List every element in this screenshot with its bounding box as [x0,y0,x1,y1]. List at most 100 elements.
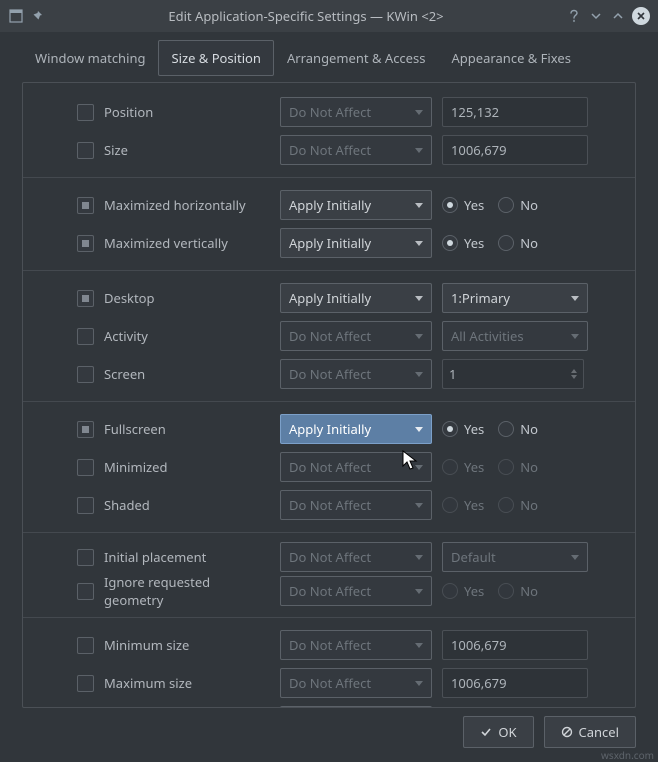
enable-screen-checkbox[interactable] [77,366,94,383]
chevron-down-icon [415,589,423,594]
maxv-yes-radio[interactable]: Yes [442,234,484,252]
rule-obeygeom-select[interactable]: Do Not Affect [280,706,432,708]
help-icon[interactable] [566,8,582,24]
fullscreen-yes-radio[interactable]: Yes [442,420,484,438]
shaded-yes-radio[interactable]: Yes [442,496,484,514]
enable-position-checkbox[interactable] [77,104,94,121]
rule-initplace-select[interactable]: Do Not Affect [280,542,432,572]
enable-maxh-checkbox[interactable] [77,197,94,214]
rule-desktop-select[interactable]: Apply Initially [280,283,432,313]
minimized-radio-group: Yes No [442,458,538,476]
pin-icon[interactable] [30,8,46,24]
chevron-down-icon [415,334,423,339]
maxsize-value-input[interactable]: 1006,679 [442,668,588,698]
rule-shaded-select[interactable]: Do Not Affect [280,490,432,520]
tab-window-matching[interactable]: Window matching [22,40,158,76]
screen-value-spinbox[interactable]: 1 [442,359,584,389]
rule-minimized-select[interactable]: Do Not Affect [280,452,432,482]
window-title: Edit Application-Specific Settings — KWi… [52,7,560,25]
row-position: Position Do Not Affect 125,132 [77,93,607,131]
row-initial-placement: Initial placement Do Not Affect Default [77,541,607,573]
chevron-down-icon [415,148,423,153]
enable-shaded-checkbox[interactable] [77,497,94,514]
separator [23,617,635,618]
row-maximized-horizontally: Maximized horizontally Apply Initially Y… [77,186,607,224]
enable-minsize-checkbox[interactable] [77,637,94,654]
enable-maxsize-checkbox[interactable] [77,675,94,692]
maxh-no-radio[interactable]: No [498,196,538,214]
separator [23,532,635,533]
tab-size-position[interactable]: Size & Position [158,40,273,76]
position-value-input[interactable]: 125,132 [442,97,588,127]
minimize-icon[interactable] [588,8,604,24]
rule-fullscreen-select[interactable]: Apply Initially [280,414,432,444]
enable-size-checkbox[interactable] [77,142,94,159]
row-ignore-requested-geometry: Ignore requested geometry Do Not Affect … [77,573,607,609]
ignoregeom-yes-radio[interactable]: Yes [442,582,484,600]
size-value-input[interactable]: 1006,679 [442,135,588,165]
shaded-no-radio[interactable]: No [498,496,538,514]
fullscreen-no-radio[interactable]: No [498,420,538,438]
enable-activity-checkbox[interactable] [77,328,94,345]
tab-appearance-fixes[interactable]: Appearance & Fixes [438,40,583,76]
row-screen: Screen Do Not Affect 1 [77,355,607,393]
maximize-icon[interactable] [610,8,626,24]
chevron-down-icon [415,372,423,377]
rule-position-select[interactable]: Do Not Affect [280,97,432,127]
chevron-down-icon [415,110,423,115]
desktop-value-select[interactable]: 1:Primary [442,283,588,313]
row-shaded: Shaded Do Not Affect Yes No [77,486,607,524]
shaded-radio-group: Yes No [442,496,538,514]
rule-size-select[interactable]: Do Not Affect [280,135,432,165]
minsize-value-input[interactable]: 1006,679 [442,630,588,660]
rule-minsize-select[interactable]: Do Not Affect [280,630,432,660]
rule-maxv-select[interactable]: Apply Initially [280,228,432,258]
chevron-down-icon [415,643,423,648]
chevron-down-icon [415,296,423,301]
label-initplace: Initial placement [104,548,270,566]
app-menu-icon[interactable] [8,8,24,24]
maxh-yes-radio[interactable]: Yes [442,196,484,214]
label-ignoregeom: Ignore requested geometry [104,573,270,609]
enable-minimized-checkbox[interactable] [77,459,94,476]
check-icon [480,726,492,738]
label-minimized: Minimized [104,458,270,476]
titlebar: Edit Application-Specific Settings — KWi… [0,0,658,32]
rule-screen-select[interactable]: Do Not Affect [280,359,432,389]
label-size: Size [104,141,270,159]
row-maximum-size: Maximum size Do Not Affect 1006,679 [77,664,607,702]
chevron-down-icon [415,555,423,560]
ignoregeom-no-radio[interactable]: No [498,582,538,600]
initplace-value-select[interactable]: Default [442,542,588,572]
label-minsize: Minimum size [104,636,270,654]
maxv-no-radio[interactable]: No [498,234,538,252]
row-minimum-size: Minimum size Do Not Affect 1006,679 [77,626,607,664]
enable-ignoregeom-checkbox[interactable] [77,583,94,600]
tab-bar: Window matching Size & Position Arrangem… [0,32,658,76]
ok-button[interactable]: OK [463,716,533,748]
rule-maxsize-select[interactable]: Do Not Affect [280,668,432,698]
cancel-icon [561,726,573,738]
cancel-button[interactable]: Cancel [544,716,636,748]
activity-value-select[interactable]: All Activities [442,321,588,351]
tab-arrangement-access[interactable]: Arrangement & Access [274,40,439,76]
rule-activity-select[interactable]: Do Not Affect [280,321,432,351]
enable-desktop-checkbox[interactable] [77,290,94,307]
close-icon[interactable] [632,7,650,25]
ignoregeom-radio-group: Yes No [442,582,538,600]
chevron-down-icon [415,465,423,470]
rule-ignoregeom-select[interactable]: Do Not Affect [280,576,432,606]
dialog-button-bar: OK Cancel [463,716,636,748]
chevron-down-icon [415,503,423,508]
minimized-yes-radio[interactable]: Yes [442,458,484,476]
spin-arrows-icon [571,369,577,379]
label-maxh: Maximized horizontally [104,196,270,214]
enable-initplace-checkbox[interactable] [77,549,94,566]
enable-maxv-checkbox[interactable] [77,235,94,252]
enable-fullscreen-checkbox[interactable] [77,421,94,438]
rule-maxh-select[interactable]: Apply Initially [280,190,432,220]
minimized-no-radio[interactable]: No [498,458,538,476]
label-desktop: Desktop [104,289,270,307]
watermark: wsxdn.com [601,748,654,762]
row-maximized-vertically: Maximized vertically Apply Initially Yes… [77,224,607,262]
